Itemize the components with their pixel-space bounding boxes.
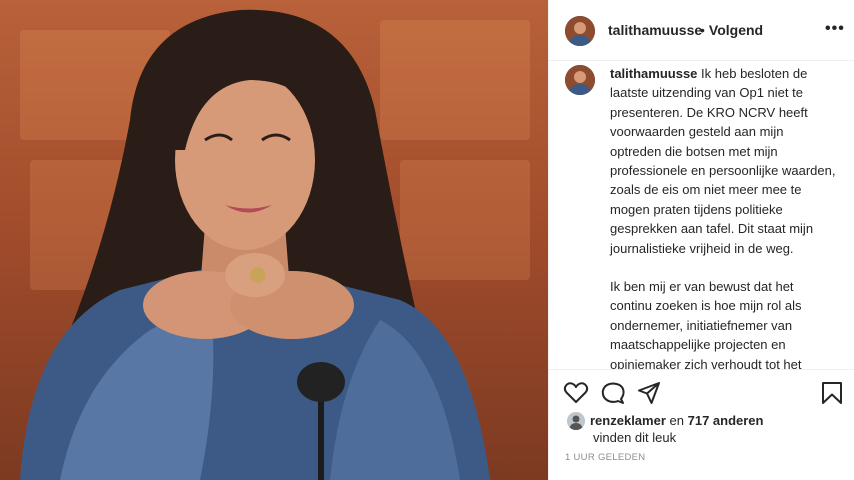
follow-status[interactable]: • Volgend [700,22,763,38]
post-header: talithamuusse • Volgend ••• [549,0,854,61]
comment-icon[interactable] [600,381,626,410]
likes-suffix: vinden dit leuk [593,430,677,445]
caption-username[interactable]: talithamuusse [610,66,697,81]
likes-count-link[interactable]: 717 anderen [688,413,764,428]
post-timestamp[interactable]: 1 UUR GELEDEN [565,452,645,463]
liker-avatar[interactable] [567,412,585,430]
heart-icon[interactable] [563,381,589,410]
likes-joiner: en [669,413,684,428]
more-options-icon[interactable]: ••• [825,20,845,38]
separator-dot: • [700,22,705,38]
caption-paragraph-2: Ik ben mij er van bewust dat het continu… [610,279,802,369]
caption-paragraph-1: Ik heb besloten de laatste uitzending va… [610,66,836,256]
liker-username[interactable]: renzeklamer [590,413,666,428]
portrait-illustration [20,9,490,480]
action-bar [549,369,854,417]
share-icon[interactable] [637,381,661,410]
caption-avatar[interactable] [565,65,595,95]
follow-label: Volgend [708,22,764,38]
username-link[interactable]: talithamuusse [608,22,702,38]
post-sidebar: talithamuusse • Volgend ••• talithamuusse… [548,0,854,480]
comments-area[interactable]: talithamuusse Ik heb besloten de laatste… [549,61,854,369]
post-photo[interactable] [0,0,548,480]
caption-text: talithamuusse Ik heb besloten de laatste… [610,64,836,369]
bookmark-icon[interactable] [821,381,843,410]
avatar[interactable] [565,16,595,46]
